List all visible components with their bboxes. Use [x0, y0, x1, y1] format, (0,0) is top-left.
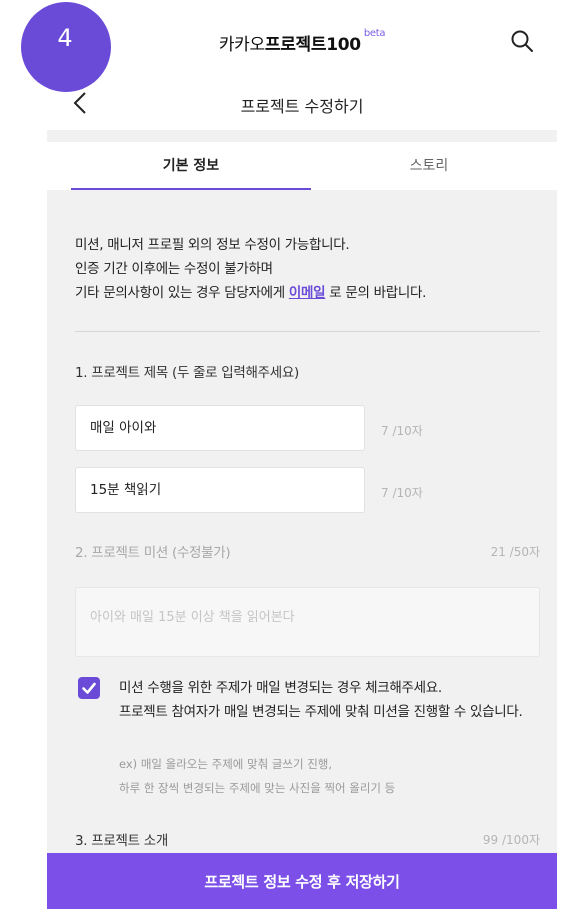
notice-line-2: 인증 기간 이후에는 수정이 불가하며 — [75, 261, 273, 277]
email-link[interactable]: 이메일 — [289, 285, 326, 301]
title-line2-counter: 7 /10자 — [381, 486, 423, 500]
notice-line-3-suffix: 로 문의 바랍니다. — [325, 285, 427, 301]
beta-tag: beta — [363, 28, 386, 39]
mission-label: 2. 프로젝트 미션 (수정불가) — [75, 545, 231, 561]
daily-topic-line-1: 미션 수행을 위한 주제가 매일 변경되는 경우 체크해주세요. — [119, 680, 442, 696]
daily-topic-checkbox[interactable] — [78, 677, 100, 699]
notice-line-1: 미션, 매니저 프로필 외의 정보 수정이 가능합니다. — [75, 237, 350, 253]
title-line1-input[interactable]: 매일 아이와 — [75, 405, 365, 451]
top-bar: 카카오프로젝트100beta — [47, 0, 557, 75]
notice-line-3-prefix: 기타 문의사항이 있는 경우 담당자에게 — [75, 285, 289, 301]
save-button[interactable]: 프로젝트 정보 수정 후 저장하기 — [47, 853, 557, 909]
project-title-label: 1. 프로젝트 제목 (두 줄로 입력해주세요) — [75, 365, 299, 381]
example-line-2: 하루 한 장씩 변경되는 주제에 맞는 사진을 찍어 올리기 등 — [119, 781, 396, 795]
brand-logo[interactable]: 카카오프로젝트100beta — [47, 28, 557, 55]
search-icon[interactable] — [509, 28, 535, 54]
tab-bar: 기본 정보 스토리 — [47, 142, 557, 190]
nav-bar: 프로젝트 수정하기 — [47, 75, 557, 130]
mission-counter: 21 /50자 — [490, 545, 540, 559]
mission-field-disabled: 아이와 매일 15분 이상 책을 읽어본다 — [75, 587, 540, 657]
divider — [75, 331, 540, 332]
title-line1-counter: 7 /10자 — [381, 424, 423, 438]
daily-topic-line-2: 프로젝트 참여자가 매일 변경되는 주제에 맞춰 미션을 진행할 수 있습니다. — [119, 704, 523, 720]
title-line2-input[interactable]: 15분 책읽기 — [75, 467, 365, 513]
intro-label: 3. 프로젝트 소개 — [75, 833, 168, 849]
tab-story[interactable]: 스토리 — [309, 142, 549, 190]
intro-counter: 99 /100자 — [482, 833, 540, 847]
step-badge: 4 — [21, 2, 111, 92]
tab-basic-info[interactable]: 기본 정보 — [71, 142, 311, 190]
brand-name: 프로젝트100 — [264, 35, 361, 55]
daily-topic-description: 미션 수행을 위한 주제가 매일 변경되는 경우 체크해주세요. 프로젝트 참여… — [119, 676, 549, 724]
notice-line-3: 기타 문의사항이 있는 경우 담당자에게 이메일 로 문의 바랍니다. — [75, 281, 545, 305]
daily-topic-examples: ex) 매일 올라오는 주제에 맞춰 글쓰기 진행, 하루 한 장씩 변경되는 … — [119, 752, 549, 800]
edit-notice: 미션, 매니저 프로필 외의 정보 수정이 가능합니다. 인증 기간 이후에는 … — [75, 233, 545, 305]
example-line-1: ex) 매일 올라오는 주제에 맞춰 글쓰기 진행, — [119, 757, 333, 771]
check-icon — [82, 682, 96, 694]
brand-prefix: 카카오 — [218, 35, 265, 55]
page-title: 프로젝트 수정하기 — [240, 97, 364, 116]
app-frame: 카카오프로젝트100beta 프로젝트 수정하기 기본 정보 스토리 미션, 매… — [47, 0, 557, 909]
